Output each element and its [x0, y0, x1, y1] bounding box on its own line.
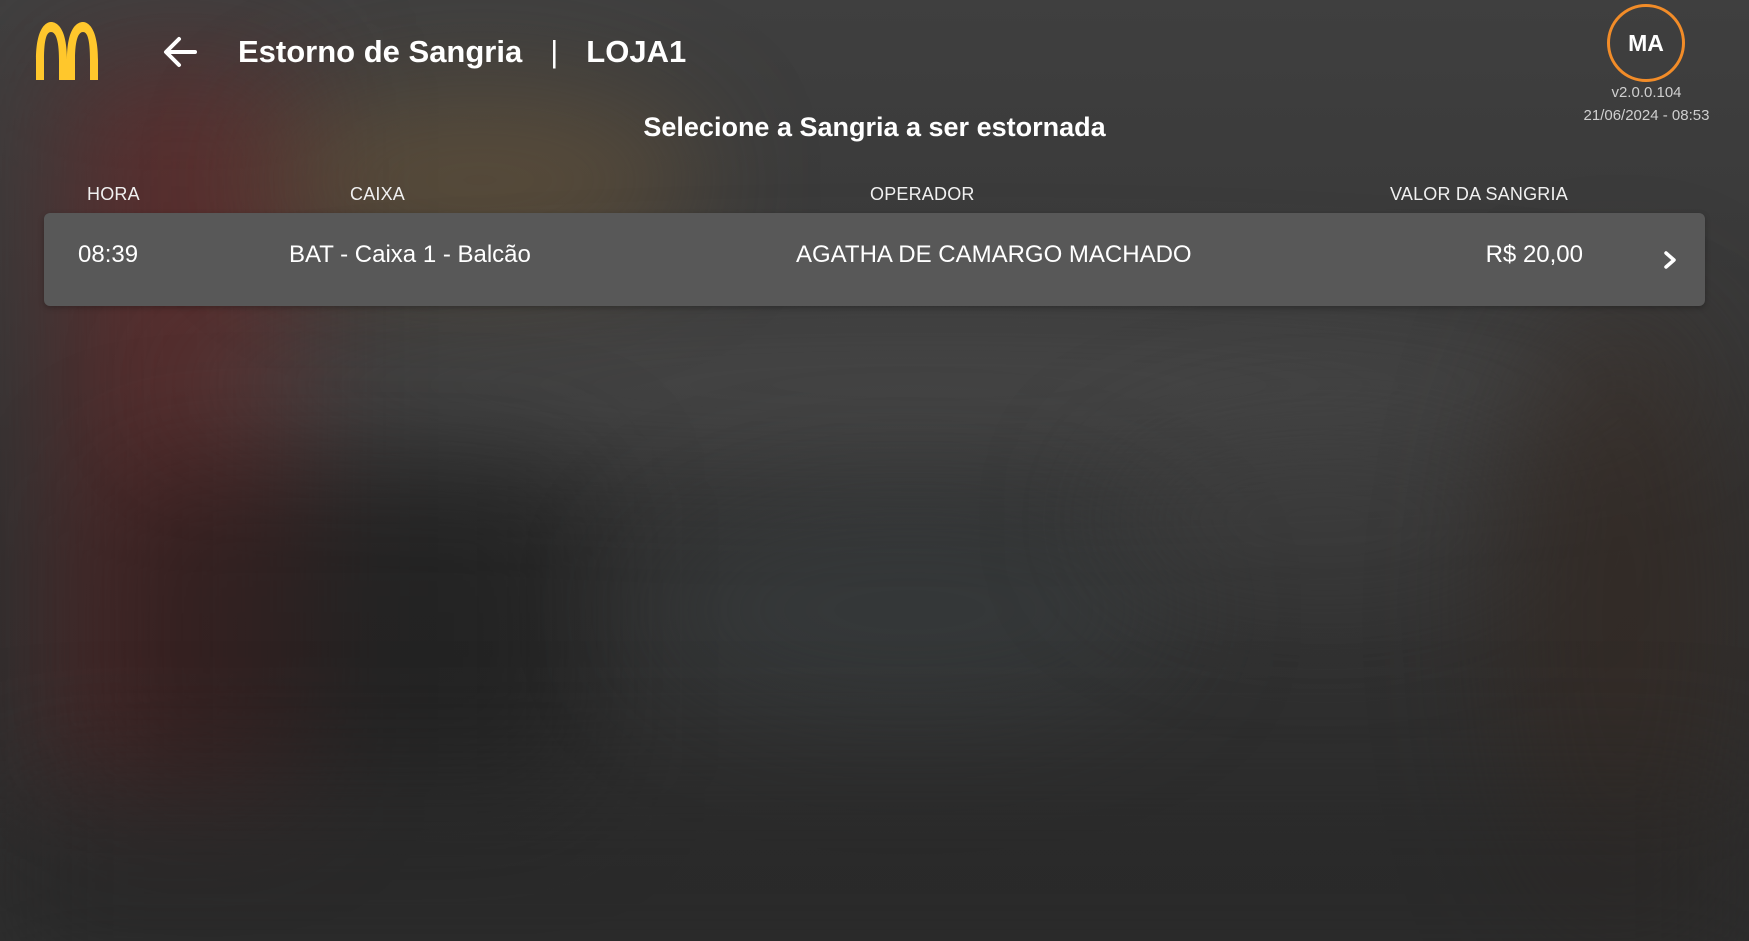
column-header-valor: VALOR DA SANGRIA — [1390, 184, 1568, 204]
row-operador: AGATHA DE CAMARGO MACHADO — [796, 241, 1192, 268]
column-header-caixa: CAIXA — [350, 184, 406, 204]
column-header-hora: HORA — [87, 184, 140, 204]
row-hora: 08:39 — [78, 241, 139, 268]
table-row[interactable]: 08:39 BAT - Caixa 1 - Balcão AGATHA DE C… — [44, 213, 1705, 306]
back-button[interactable] — [156, 28, 204, 76]
chevron-right-icon[interactable] — [1653, 243, 1687, 277]
store-name: LOJA1 — [586, 34, 687, 69]
mcdonalds-logo — [32, 20, 102, 82]
column-header-operador: OPERADOR — [870, 184, 975, 204]
row-caixa: BAT - Caixa 1 - Balcão — [289, 241, 531, 268]
user-avatar[interactable]: MA — [1607, 4, 1685, 82]
page-title-text: Estorno de Sangria — [238, 34, 523, 69]
page-title: Estorno de Sangria | LOJA1 — [238, 30, 686, 74]
title-separator: | — [550, 34, 559, 69]
app-screen: Estorno de Sangria | LOJA1 MA v2.0.0.104… — [0, 0, 1749, 941]
app-version: v2.0.0.104 — [1611, 84, 1682, 101]
row-valor: R$ 20,00 — [1485, 241, 1583, 268]
instruction-text: Selecione a Sangria a ser estornada — [643, 112, 1106, 142]
arrow-left-icon — [164, 37, 197, 67]
